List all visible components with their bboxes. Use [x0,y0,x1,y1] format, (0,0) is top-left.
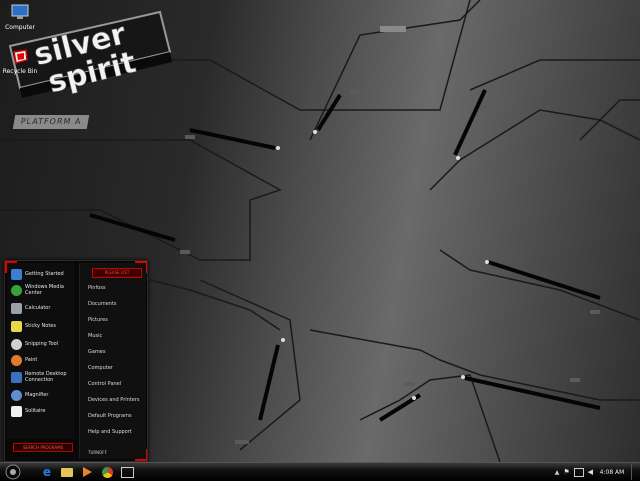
program-label: Magnifier [25,392,49,398]
taskbar-pinned-media-player[interactable] [78,464,96,480]
program-label: Sticky Notes [25,323,56,329]
system-tray: ▲ ⚑ ◀ 4:08 AM [555,463,640,481]
chrome-icon [101,466,113,478]
place-devices-printers[interactable]: Devices and Printers [88,397,140,403]
taskbar-pinned-explorer[interactable] [58,464,76,480]
paint-app-icon [120,466,134,478]
action-center-flag-icon[interactable]: ⚑ [563,468,569,476]
place-games[interactable]: Games [88,349,106,355]
show-hidden-icons-icon[interactable]: ▲ [555,469,560,476]
calculator-icon [11,302,22,314]
program-magnifier[interactable]: Magnifier [11,388,77,402]
program-windows-media-center[interactable]: Windows Media Center [11,283,77,297]
program-label: Snipping Tool [25,341,59,347]
program-label: Remote Desktop Connection [25,371,67,383]
media-player-icon [82,467,92,477]
place-documents[interactable]: Documents [88,301,117,307]
show-desktop-button[interactable] [631,464,636,480]
place-help-support[interactable]: Help and Support [88,429,132,435]
internet-explorer-icon: e [42,465,52,479]
start-button[interactable] [4,464,22,480]
taskbar-clock[interactable]: 4:08 AM [597,469,627,476]
program-getting-started[interactable]: Getting Started [11,267,77,281]
shutdown-button[interactable]: TURNOFF [88,449,136,457]
place-item[interactable]: Pinfoss [88,285,106,291]
program-snipping-tool[interactable]: Snipping Tool [11,337,77,351]
platform-label: PLATFORM A [12,115,90,129]
computer-icon [11,4,29,19]
user-badge[interactable]: PLEASE LIST [92,268,142,278]
sticky-notes-icon [11,320,22,332]
program-sticky-notes[interactable]: Sticky Notes [11,319,77,333]
network-icon[interactable] [573,467,584,477]
solitaire-icon [11,405,22,417]
program-label: Getting Started [25,271,64,277]
media-center-icon [11,284,22,296]
taskbar-pinned-chrome[interactable] [98,464,116,480]
desktop-icon-computer[interactable]: Computer [0,4,40,31]
paint-icon [11,354,22,366]
desktop-icon-label: Computer [5,24,35,31]
remote-desktop-icon [11,371,22,383]
program-calculator[interactable]: Calculator [11,301,77,315]
volume-icon[interactable]: ◀ [588,468,593,476]
recycle-bin-icon [13,49,28,64]
place-computer[interactable]: Computer [88,365,113,371]
place-default-programs[interactable]: Default Programs [88,413,132,419]
taskbar-pinned-ie[interactable]: e [38,464,56,480]
places-list: PLEASE LIST Pinfoss Documents Pictures M… [79,263,146,459]
program-label: Windows Media Center [25,284,64,296]
program-paint[interactable]: Paint [11,353,77,367]
start-menu: Getting Started Windows Media Center Cal… [4,260,148,462]
getting-started-icon [11,268,22,280]
program-solitaire[interactable]: Solitaire [11,404,77,418]
windows-orb-icon [5,464,21,480]
snipping-tool-icon [11,338,22,350]
taskbar: e ▲ ⚑ ◀ 4:08 AM [0,462,640,481]
place-music[interactable]: Music [88,333,102,339]
magnifier-icon [11,389,22,401]
taskbar-pinned-paint[interactable] [118,464,136,480]
place-pictures[interactable]: Pictures [88,317,108,323]
desktop-icon-label: Recycle Bin [2,68,38,75]
search-programs-box[interactable]: SEARCH PROGRAMS [13,443,73,452]
place-control-panel[interactable]: Control Panel [88,381,121,387]
file-explorer-icon [61,467,73,477]
program-label: Paint [25,357,38,363]
program-label: Calculator [25,305,51,311]
program-remote-desktop[interactable]: Remote Desktop Connection [11,370,77,384]
desktop-icon-recycle-bin[interactable]: Recycle Bin [0,48,40,75]
program-label: Solitaire [25,408,46,414]
programs-list: Getting Started Windows Media Center Cal… [7,263,77,452]
